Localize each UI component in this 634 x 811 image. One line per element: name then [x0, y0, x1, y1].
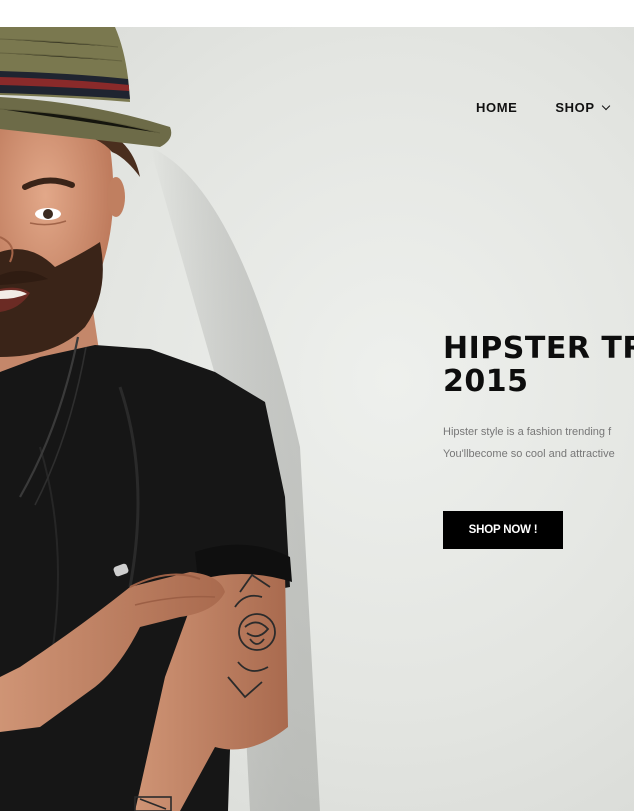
hero-title-line-2: 2015: [443, 364, 529, 399]
top-strip: [0, 0, 634, 27]
hero-title: HIPSTER TR 2015: [443, 332, 634, 398]
nav-item-shop-label: SHOP: [555, 100, 595, 115]
main-nav: HOME SHOP: [476, 100, 610, 115]
nav-item-home[interactable]: HOME: [476, 100, 517, 115]
nav-item-shop[interactable]: SHOP: [555, 100, 610, 115]
hero-model-image: [0, 27, 320, 811]
chevron-down-icon: [601, 101, 610, 110]
nav-item-home-label: HOME: [476, 100, 518, 115]
page: HOME SHOP HIPSTER TR 2015 Hipster style …: [0, 0, 634, 811]
hero-title-line-1: HIPSTER TR: [443, 331, 634, 366]
hero-description: Hipster style is a fashion trending f Yo…: [443, 421, 615, 465]
hero-description-line-1: Hipster style is a fashion trending f: [443, 426, 612, 438]
hero-description-line-2: You'llbecome so cool and attractive: [443, 448, 615, 460]
shop-now-button[interactable]: SHOP NOW !: [443, 511, 563, 549]
hero-banner: HOME SHOP HIPSTER TR 2015 Hipster style …: [0, 27, 634, 811]
